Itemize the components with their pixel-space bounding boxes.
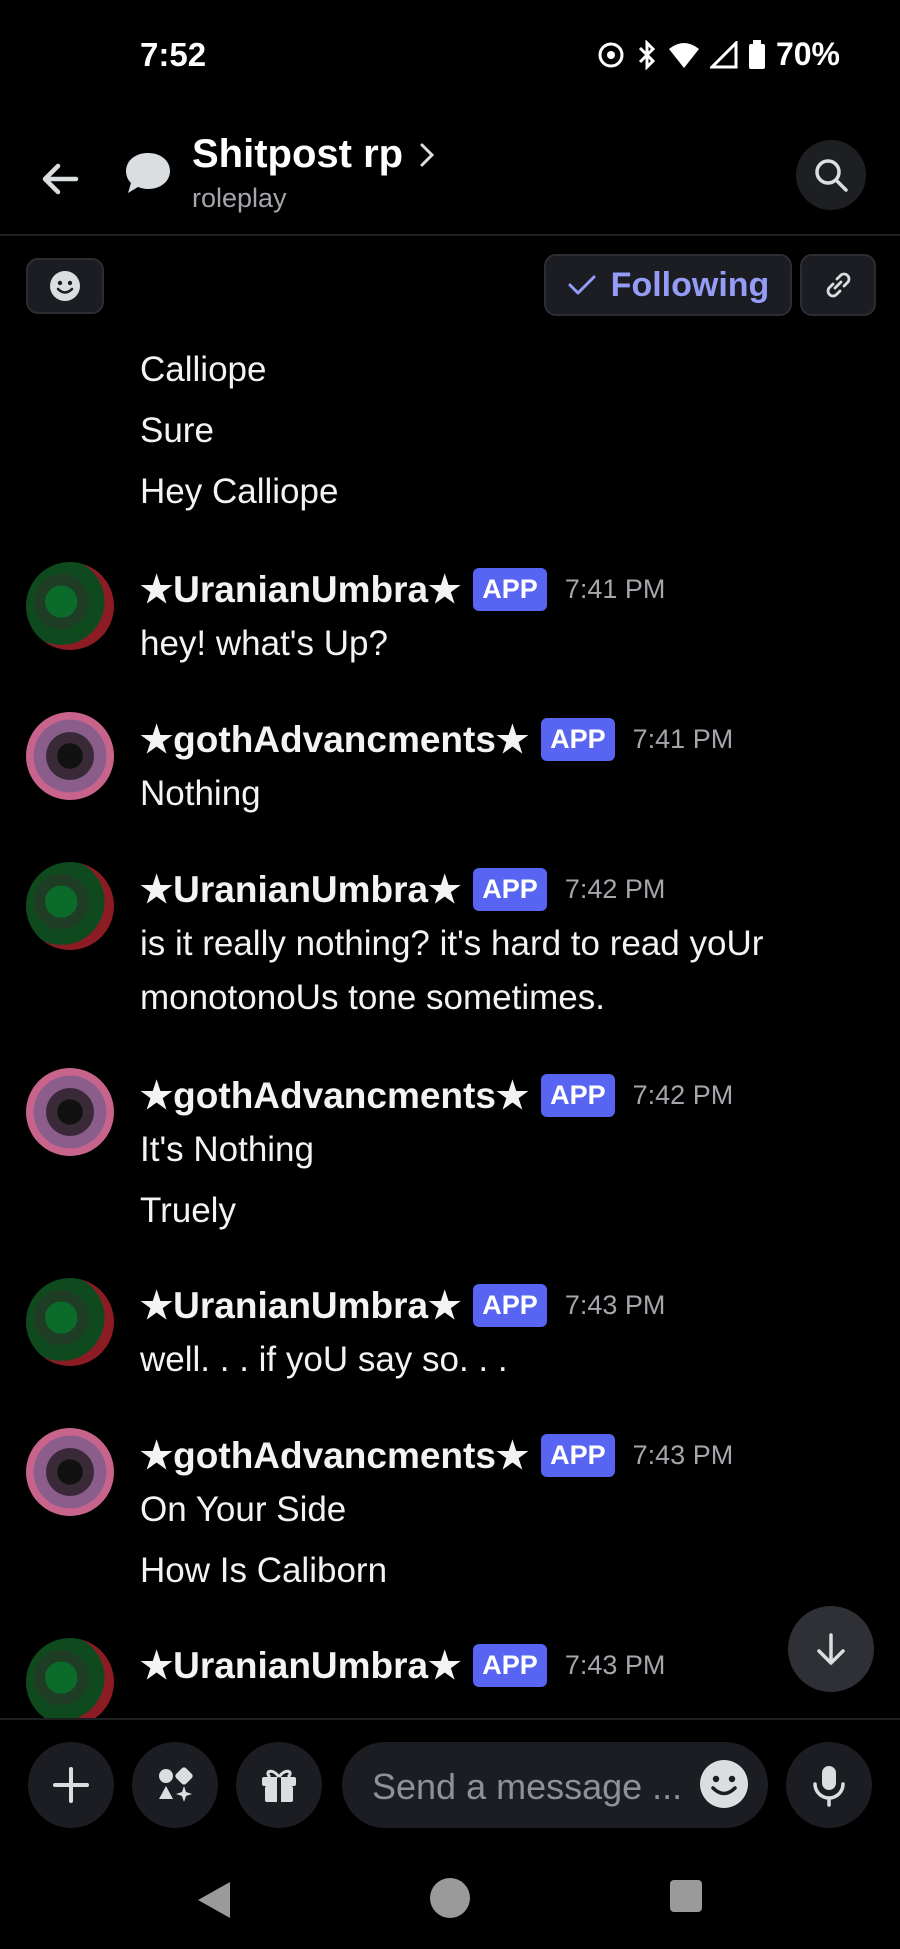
app-badge: APP — [473, 568, 547, 611]
attach-button[interactable] — [28, 1742, 114, 1828]
copy-link-button[interactable] — [800, 254, 876, 316]
message-line: Hey Calliope — [140, 472, 339, 511]
channel-subtitle: roleplay — [192, 183, 287, 213]
message-line: is it really nothing? it's hard to read … — [140, 924, 764, 963]
system-nav-bar — [0, 1850, 900, 1949]
timestamp: 7:41 PM — [632, 724, 734, 754]
arrow-down-icon — [817, 1633, 845, 1665]
location-icon — [598, 42, 624, 67]
author-name[interactable]: ★UranianUmbra★ — [140, 868, 461, 911]
message-line: Sure — [140, 411, 214, 450]
nav-home-icon[interactable] — [428, 1876, 472, 1920]
gift-icon — [262, 1769, 296, 1802]
gift-button[interactable] — [236, 1742, 322, 1828]
avatar[interactable] — [26, 1428, 114, 1516]
voice-message-button[interactable] — [786, 1742, 872, 1828]
timestamp: 7:41 PM — [564, 574, 666, 604]
emoji-picker-icon[interactable] — [698, 1758, 750, 1810]
timestamp: 7:42 PM — [564, 874, 666, 904]
app-badge: APP — [473, 868, 547, 911]
message-line: monotonoUs tone sometimes. — [140, 978, 605, 1017]
nav-back-icon[interactable] — [194, 1878, 234, 1922]
microphone-icon — [813, 1766, 845, 1807]
avatar[interactable] — [26, 712, 114, 800]
apps-icon — [159, 1767, 193, 1802]
smiley-icon — [50, 271, 80, 301]
avatar[interactable] — [26, 562, 114, 650]
author-name[interactable]: ★UranianUmbra★ — [140, 1644, 461, 1687]
author-name[interactable]: ★gothAdvancments★ — [140, 1434, 529, 1477]
wifi-icon — [668, 42, 699, 68]
message-group[interactable]: ★UranianUmbra★ APP 7:43 PM — [0, 1638, 900, 1718]
message-input-placeholder: Send a message ... — [372, 1766, 683, 1807]
timestamp: 7:43 PM — [564, 1290, 666, 1320]
author-name[interactable]: ★gothAdvancments★ — [140, 1074, 529, 1117]
nav-recents-icon[interactable] — [668, 1878, 704, 1914]
chevron-right-icon — [420, 143, 435, 166]
check-icon — [568, 275, 596, 295]
author-name[interactable]: ★gothAdvancments★ — [140, 718, 529, 761]
avatar[interactable] — [26, 1638, 114, 1718]
message-input[interactable]: Send a message ... — [342, 1742, 768, 1828]
message-line: Nothing — [140, 774, 261, 813]
following-label: Following — [610, 265, 770, 304]
timestamp: 7:43 PM — [564, 1650, 666, 1680]
bluetooth-icon — [638, 39, 656, 70]
message-line: It's Nothing — [140, 1130, 314, 1169]
search-icon — [815, 159, 848, 192]
status-bar: 7:52 70% — [0, 0, 900, 110]
search-button[interactable] — [796, 140, 866, 210]
app-badge: APP — [541, 718, 615, 761]
signal-icon — [709, 40, 738, 68]
status-icons: 70% — [596, 36, 840, 73]
reaction-button[interactable] — [26, 258, 104, 314]
avatar[interactable] — [26, 1278, 114, 1366]
app-badge: APP — [541, 1434, 615, 1477]
status-time: 7:52 — [140, 36, 207, 73]
jump-to-bottom-button[interactable] — [788, 1606, 874, 1692]
avatar[interactable] — [26, 862, 114, 950]
author-name[interactable]: ★UranianUmbra★ — [140, 1284, 461, 1327]
battery-percent: 70% — [775, 36, 840, 72]
message-line: On Your Side — [140, 1490, 347, 1529]
apps-button[interactable] — [132, 1742, 218, 1828]
plus-icon — [53, 1767, 89, 1803]
app-badge: APP — [473, 1284, 547, 1327]
avatar[interactable] — [26, 1068, 114, 1156]
message-line: hey! what's Up? — [140, 624, 388, 663]
channel-header: Shitpost rp roleplay — [0, 110, 900, 236]
message-line: How Is Caliborn — [140, 1551, 388, 1590]
app-badge: APP — [541, 1074, 615, 1117]
channel-title: Shitpost rp — [192, 132, 404, 176]
message-line: Calliope — [140, 350, 267, 389]
link-icon — [826, 272, 851, 298]
timestamp: 7:43 PM — [632, 1440, 734, 1470]
battery-icon — [748, 39, 765, 69]
message-line: well. . . if yoU say so. . . — [140, 1340, 508, 1379]
app-badge: APP — [473, 1644, 547, 1687]
message-composer: Send a message ... — [0, 1718, 900, 1852]
author-name[interactable]: ★UranianUmbra★ — [140, 568, 461, 611]
chat-bubble-icon — [126, 153, 170, 193]
timestamp: 7:42 PM — [632, 1080, 734, 1110]
message-line: Truely — [140, 1191, 236, 1230]
channel-title-block[interactable]: Shitpost rp roleplay — [192, 132, 435, 214]
following-button[interactable]: Following — [544, 254, 792, 316]
back-arrow-icon[interactable] — [36, 154, 86, 204]
